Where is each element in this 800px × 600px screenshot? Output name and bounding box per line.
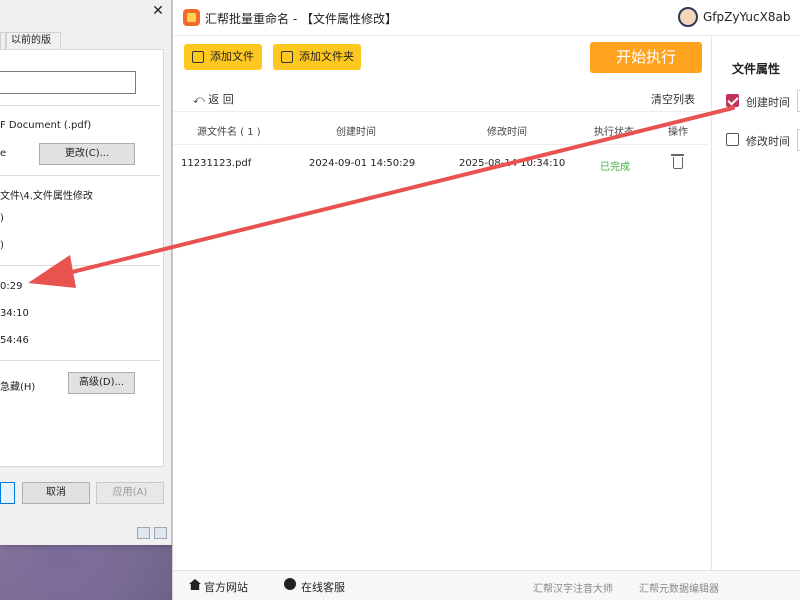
tab-previous-versions[interactable]: 以前的版本 <box>6 32 61 61</box>
props-general-panel: F Document (.pdf) e 更改(C)... 文件\4.文件属性修改… <box>0 49 164 467</box>
accessed-value: 54:46 <box>0 335 29 346</box>
divider <box>0 105 160 106</box>
divider <box>0 175 160 176</box>
cell-status: 已完成 <box>600 162 630 173</box>
home-icon <box>189 579 201 590</box>
window-title: 汇帮批量重命名 - 【文件属性修改】 <box>205 12 397 26</box>
size-value: ) <box>0 213 4 224</box>
location-value: 文件\4.文件属性修改 <box>0 191 93 202</box>
size-on-disk-value: ) <box>0 240 4 251</box>
attribute-settings-panel: 文件属性 创建时间 修改时间 <box>712 36 800 542</box>
table-row[interactable]: 11231123.pdf 2024-09-01 14:50:29 2025-08… <box>173 145 708 183</box>
add-file-label: 添加文件 <box>210 50 254 63</box>
filename-field[interactable] <box>0 71 136 94</box>
footer-link-metadata[interactable]: 汇帮元数据编辑器 <box>639 580 719 595</box>
cell-created: 2024-09-01 14:50:29 <box>309 158 416 169</box>
advanced-button[interactable]: 高级(D)... <box>68 372 135 394</box>
start-button[interactable]: 开始执行 <box>590 42 702 73</box>
footer: 官方网站 在线客服 汇帮汉字注音大师 汇帮元数据编辑器 <box>173 570 800 600</box>
modified-time-checkbox[interactable] <box>726 133 739 146</box>
props-tabs: li 以前的版本 <box>0 32 172 61</box>
modified-time-label: 修改时间 <box>746 135 790 148</box>
clear-list-button[interactable]: 清空列表 <box>651 91 695 107</box>
change-button[interactable]: 更改(C)... <box>39 143 135 165</box>
ok-button[interactable] <box>0 482 15 504</box>
opens-with-value: e <box>0 148 7 159</box>
cell-filename: 11231123.pdf <box>181 158 252 169</box>
undo-icon: ⤺ <box>193 93 209 106</box>
add-folder-label: 添加文件夹 <box>299 50 354 63</box>
add-file-button[interactable]: 添加文件 <box>184 44 262 70</box>
back-label: 返 回 <box>208 93 234 106</box>
close-icon[interactable]: ✕ <box>150 3 166 19</box>
headset-icon <box>284 578 296 590</box>
footer-link-pinyin[interactable]: 汇帮汉字注音大师 <box>533 580 613 595</box>
details-view-icon[interactable] <box>137 527 150 539</box>
username[interactable]: GfpZyYucX8ab <box>703 10 790 24</box>
titlebar: 汇帮批量重命名 - 【文件属性修改】 GfpZyYucX8ab <box>173 0 800 36</box>
col-created[interactable]: 创建时间 <box>336 123 376 138</box>
created-time-label: 创建时间 <box>746 96 790 109</box>
created-value: 0:29 <box>0 281 23 292</box>
add-folder-button[interactable]: 添加文件夹 <box>273 44 361 70</box>
official-site-link[interactable]: 官方网站 <box>204 579 248 595</box>
avatar[interactable] <box>678 7 698 27</box>
divider <box>0 360 160 361</box>
trash-icon[interactable] <box>671 154 684 169</box>
file-icon <box>192 51 204 63</box>
app-logo-icon <box>183 9 200 26</box>
file-properties-dialog: ✕ li 以前的版本 F Document (.pdf) e 更改(C)... … <box>0 0 172 545</box>
col-action[interactable]: 操作 <box>668 123 688 138</box>
back-button[interactable]: ⤺ 返 回 <box>193 91 234 107</box>
view-mode-icons[interactable] <box>137 527 169 540</box>
apply-button[interactable]: 应用(A) <box>96 482 164 504</box>
file-type-value: F Document (.pdf) <box>0 120 92 131</box>
preview-view-icon[interactable] <box>154 527 167 539</box>
table-header: 源文件名 ( 1 ) 创建时间 修改时间 执行状态 操作 <box>173 111 708 145</box>
rename-app-window: 汇帮批量重命名 - 【文件属性修改】 GfpZyYucX8ab 添加文件 添加文… <box>172 0 800 600</box>
cancel-button[interactable]: 取消 <box>22 482 90 504</box>
folder-icon <box>281 51 293 63</box>
col-modified[interactable]: 修改时间 <box>487 123 527 138</box>
modified-value: 34:10 <box>0 308 29 319</box>
created-time-checkbox[interactable] <box>726 94 739 107</box>
divider <box>0 265 160 266</box>
online-service-link[interactable]: 在线客服 <box>301 579 345 595</box>
col-filename[interactable]: 源文件名 ( 1 ) <box>197 123 261 138</box>
cell-modified: 2025-08-14 10:34:10 <box>459 158 566 169</box>
hidden-checkbox-label[interactable]: 急藏(H) <box>0 378 35 393</box>
col-status[interactable]: 执行状态 <box>594 123 634 138</box>
panel-title: 文件属性 <box>732 62 781 76</box>
